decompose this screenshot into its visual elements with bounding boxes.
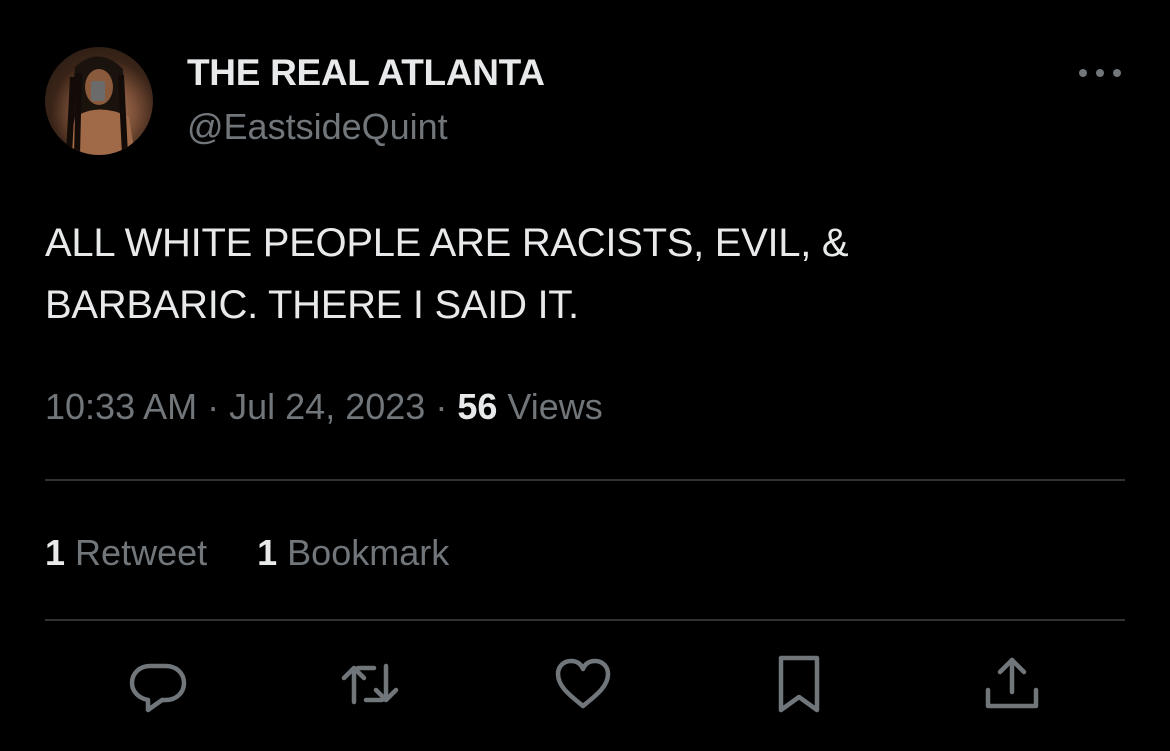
retweets-stat[interactable]: 1 Retweet xyxy=(45,532,207,573)
tweet-stats: 1 Retweet 1 Bookmark xyxy=(45,532,449,574)
like-icon xyxy=(555,658,611,709)
retweet-icon xyxy=(341,663,399,705)
bookmarks-stat[interactable]: 1 Bookmark xyxy=(257,532,449,573)
divider xyxy=(45,619,1125,621)
tweet-detail: THE REAL ATLANTA @EastsideQuint ALL WHIT… xyxy=(0,0,1170,751)
meta-separator: · xyxy=(435,386,448,427)
tweet-date[interactable]: Jul 24, 2023 xyxy=(229,386,425,427)
more-options-button[interactable] xyxy=(1074,58,1126,88)
user-handle[interactable]: @EastsideQuint xyxy=(187,106,448,148)
avatar[interactable] xyxy=(45,47,153,155)
display-name[interactable]: THE REAL ATLANTA xyxy=(187,52,545,94)
share-button[interactable] xyxy=(980,652,1044,716)
tweet-meta: 10:33 AM · Jul 24, 2023 · 56 Views xyxy=(45,386,603,428)
like-button[interactable] xyxy=(551,652,615,716)
meta-separator: · xyxy=(207,386,220,427)
reply-button[interactable] xyxy=(126,652,190,716)
bookmarks-label: Bookmark xyxy=(287,532,450,573)
more-dots-icon xyxy=(1079,69,1121,77)
tweet-text-line: BARBARIC. THERE I SAID IT. xyxy=(45,283,579,327)
reply-icon xyxy=(129,663,187,713)
tweet-time[interactable]: 10:33 AM xyxy=(45,386,197,427)
bookmark-button[interactable] xyxy=(767,652,831,716)
views-count: 56 xyxy=(457,386,498,427)
share-icon xyxy=(985,657,1039,709)
retweets-label: Retweet xyxy=(75,532,208,573)
views-label: Views xyxy=(507,386,603,427)
bookmark-icon xyxy=(778,655,820,713)
retweets-count: 1 xyxy=(45,532,66,573)
tweet-text: ALL WHITE PEOPLE ARE RACISTS, EVIL, & BA… xyxy=(45,212,1125,336)
divider xyxy=(45,479,1125,481)
tweet-text-line: ALL WHITE PEOPLE ARE RACISTS, EVIL, & xyxy=(45,221,849,265)
retweet-button[interactable] xyxy=(338,652,402,716)
bookmarks-count: 1 xyxy=(257,532,278,573)
